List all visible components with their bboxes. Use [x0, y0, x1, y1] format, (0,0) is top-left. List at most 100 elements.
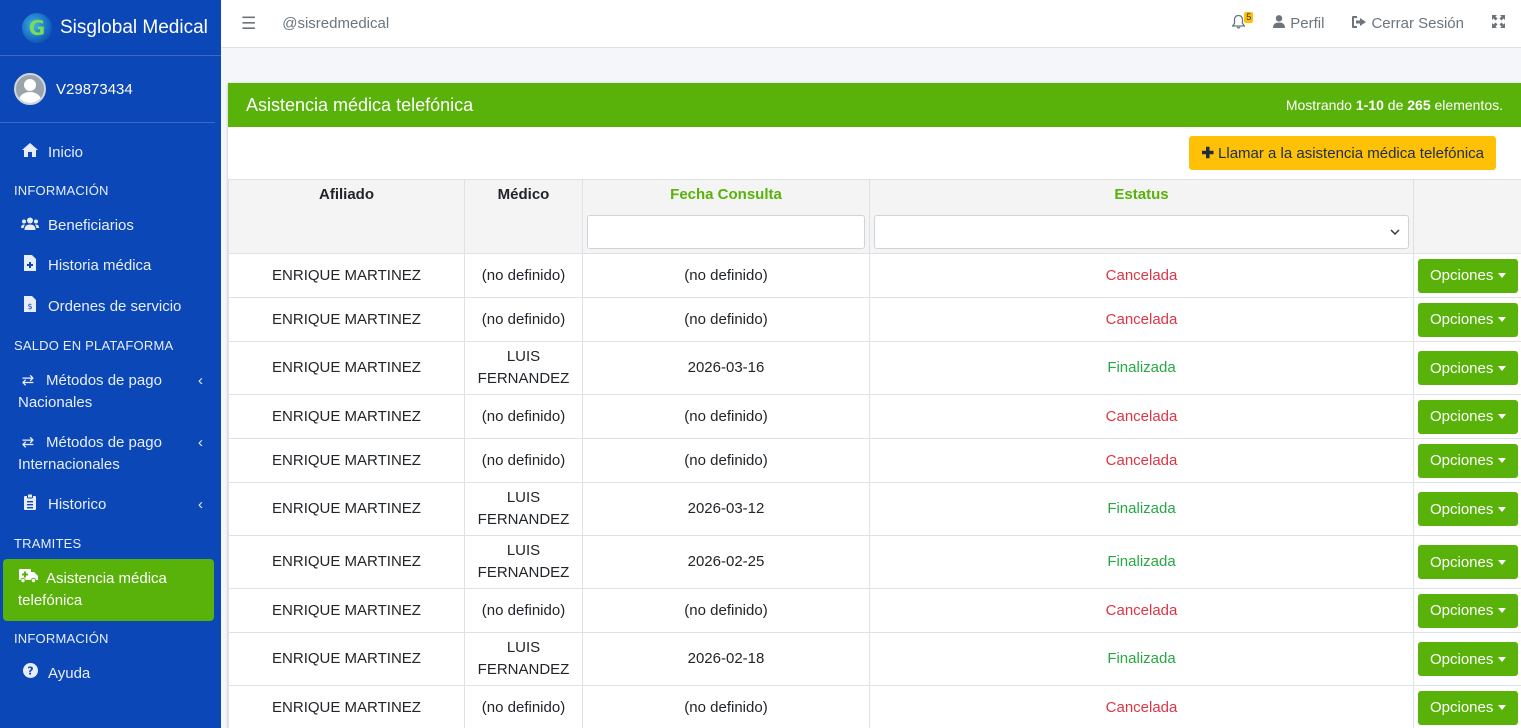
sidebar-item-label: Métodos de pago	[46, 434, 162, 451]
caret-down-icon	[1498, 608, 1507, 613]
cell-fecha: (no definido)	[582, 253, 870, 298]
options-button[interactable]: Opciones	[1418, 258, 1519, 293]
brand-name: Sisglobal Medical	[60, 16, 208, 38]
cell-fecha: (no definido)	[582, 297, 870, 342]
table-row: ENRIQUE MARTINEZ (no definido) (no defin…	[228, 685, 1521, 728]
cell-estatus: Cancelada	[869, 588, 1414, 633]
user-panel[interactable]: V29873434	[0, 56, 215, 123]
cell-estatus: Finalizada	[869, 341, 1414, 395]
options-button[interactable]: Opciones	[1418, 690, 1519, 725]
cell-afiliado: ENRIQUE MARTINEZ	[228, 253, 465, 298]
sidebar-item-label: Inicio	[48, 144, 84, 161]
estatus-filter-select[interactable]	[874, 215, 1409, 249]
table-row: ENRIQUE MARTINEZ LUIS FERNANDEZ 2026-02-…	[228, 535, 1521, 589]
sidebar-item-label: Ordenes de servicio	[48, 298, 182, 315]
cell-afiliado: ENRIQUE MARTINEZ	[228, 685, 465, 728]
cell-estatus: Finalizada	[869, 632, 1414, 686]
fecha-filter-input[interactable]	[587, 215, 865, 249]
col-actions	[1413, 179, 1521, 254]
sidebar-nav: Inicio INFORMACIÓN Beneficiarios Histori…	[0, 123, 221, 694]
caret-down-icon	[1498, 317, 1507, 322]
logout-link[interactable]: Cerrar Sesión	[1352, 15, 1464, 32]
cell-fecha: (no definido)	[582, 685, 870, 728]
sidebar-item-ordenes-servicio[interactable]: $ Ordenes de servicio	[0, 287, 221, 328]
cell-medico: LUIS FERNANDEZ	[464, 341, 583, 395]
caret-down-icon	[1498, 506, 1507, 512]
cell-estatus: Cancelada	[869, 394, 1414, 439]
options-button[interactable]: Opciones	[1418, 492, 1519, 526]
sidebar-item-beneficiarios[interactable]: Beneficiarios	[0, 206, 221, 246]
cell-estatus: Cancelada	[869, 253, 1414, 298]
hamburger-menu-icon[interactable]: ☰	[241, 14, 256, 34]
options-button[interactable]: Opciones	[1418, 593, 1519, 628]
ambulance-icon	[18, 568, 38, 590]
sidebar: G Sisglobal Medical V29873434 Inicio INF…	[0, 0, 221, 728]
chevron-left-icon: ‹	[198, 434, 203, 451]
table-row: ENRIQUE MARTINEZ (no definido) (no defin…	[228, 253, 1521, 298]
sidebar-item-ayuda[interactable]: ? Ayuda	[0, 654, 221, 694]
avatar	[14, 73, 46, 105]
user-icon	[1273, 15, 1286, 32]
cell-medico: (no definido)	[464, 588, 583, 633]
nav-header-informacion-2: INFORMACIÓN	[14, 631, 109, 646]
cell-fecha: 2026-03-16	[582, 341, 870, 395]
table-row: ENRIQUE MARTINEZ (no definido) (no defin…	[228, 394, 1521, 439]
options-button[interactable]: Opciones	[1418, 642, 1519, 676]
card-title: Asistencia médica telefónica	[246, 94, 474, 115]
sidebar-item-asistencia-medica[interactable]: Asistencia médica telefónica	[3, 559, 214, 621]
caret-down-icon	[1498, 365, 1507, 371]
cell-medico: LUIS FERNANDEZ	[464, 632, 583, 686]
brand[interactable]: G Sisglobal Medical	[0, 0, 221, 56]
options-button[interactable]: Opciones	[1418, 351, 1519, 385]
sidebar-item-inicio[interactable]: Inicio	[0, 133, 221, 173]
call-assistance-button[interactable]: ✚ Llamar a la asistencia médica telefónic…	[1189, 136, 1496, 170]
cell-afiliado: ENRIQUE MARTINEZ	[228, 535, 465, 589]
cell-fecha: 2026-02-25	[582, 535, 870, 589]
cell-estatus: Finalizada	[869, 535, 1414, 589]
cell-medico: (no definido)	[464, 685, 583, 728]
caret-down-icon	[1498, 705, 1507, 710]
exchange-icon: ⇄	[21, 372, 35, 389]
sidebar-item-label: Beneficiarios	[48, 217, 134, 234]
table-row: ENRIQUE MARTINEZ (no definido) (no defin…	[228, 297, 1521, 342]
notifications-badge: 5	[1244, 11, 1254, 23]
cell-afiliado: ENRIQUE MARTINEZ	[228, 438, 465, 483]
cell-fecha: (no definido)	[582, 394, 870, 439]
caret-down-icon	[1498, 414, 1507, 419]
sidebar-item-label-line2: Nacionales	[18, 394, 93, 411]
fullscreen-icon[interactable]	[1492, 15, 1505, 32]
cell-medico: (no definido)	[464, 253, 583, 298]
home-icon	[20, 142, 40, 164]
chevron-down-icon	[1390, 229, 1400, 235]
svg-text:$: $	[27, 302, 32, 311]
cell-afiliado: ENRIQUE MARTINEZ	[228, 341, 465, 395]
table-row: ENRIQUE MARTINEZ (no definido) (no defin…	[228, 438, 1521, 483]
profile-link[interactable]: Perfil	[1273, 15, 1324, 32]
top-handle[interactable]: @sisredmedical	[282, 15, 389, 32]
col-fecha-consulta[interactable]: Fecha Consulta	[582, 179, 870, 254]
sidebar-item-pago-internacionales[interactable]: ⇄ Métodos de pago Internacionales ‹	[0, 423, 221, 485]
chevron-left-icon: ‹	[198, 372, 203, 389]
table-row: ENRIQUE MARTINEZ LUIS FERNANDEZ 2026-03-…	[228, 341, 1521, 395]
options-button[interactable]: Opciones	[1418, 399, 1519, 434]
options-button[interactable]: Opciones	[1418, 302, 1519, 337]
sidebar-item-historico[interactable]: Historico ‹	[0, 485, 221, 526]
cell-estatus: Finalizada	[869, 482, 1414, 536]
notifications-button[interactable]: 5	[1231, 11, 1254, 33]
sidebar-item-pago-nacionales[interactable]: ⇄ Métodos de pago Nacionales ‹	[0, 361, 221, 423]
clipboard-list-icon	[20, 493, 40, 517]
card-toolbar: ✚ Llamar a la asistencia médica telefónic…	[228, 127, 1521, 179]
cell-afiliado: ENRIQUE MARTINEZ	[228, 297, 465, 342]
user-name: V29873434	[56, 80, 133, 98]
table-row: ENRIQUE MARTINEZ LUIS FERNANDEZ 2026-02-…	[228, 632, 1521, 686]
cell-medico: (no definido)	[464, 394, 583, 439]
col-estatus[interactable]: Estatus	[869, 179, 1414, 254]
file-medical-icon	[20, 255, 40, 278]
options-button[interactable]: Opciones	[1418, 443, 1519, 478]
nav-header-informacion: INFORMACIÓN	[14, 183, 109, 198]
options-button[interactable]: Opciones	[1418, 545, 1519, 579]
table-row: ENRIQUE MARTINEZ (no definido) (no defin…	[228, 588, 1521, 633]
sidebar-item-label: Historia médica	[48, 257, 152, 274]
sidebar-item-historia-medica[interactable]: Historia médica	[0, 246, 221, 287]
chevron-left-icon: ‹	[198, 496, 203, 513]
